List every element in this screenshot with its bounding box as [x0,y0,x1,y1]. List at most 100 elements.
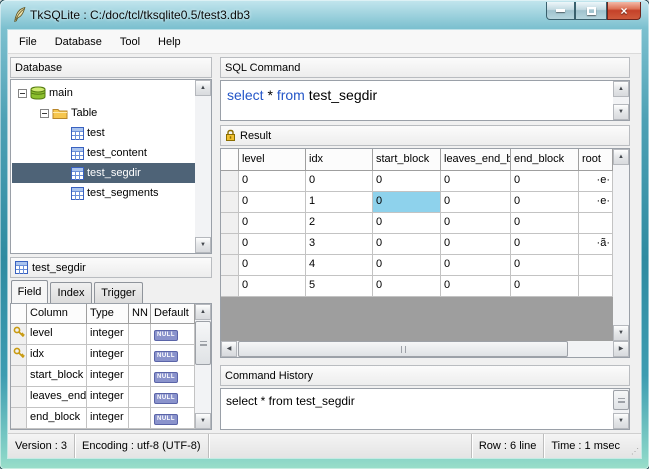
result-cell[interactable]: 0 [511,213,579,234]
scrollbar-thumb[interactable] [613,390,629,410]
field-name-cell[interactable]: leaves_end_block [27,387,87,408]
result-cell[interactable]: 0 [373,213,441,234]
scroll-down-icon[interactable]: ▼ [613,413,629,429]
result-h-scrollbar[interactable]: ◀ ▶ [221,341,629,357]
scroll-up-icon[interactable]: ▲ [613,149,629,165]
scroll-right-icon[interactable]: ▶ [613,341,629,357]
result-cell[interactable]: ·e· [579,192,613,213]
column-header-nn[interactable]: NN [129,304,151,324]
field-type-cell[interactable]: integer [87,366,129,387]
row-selector[interactable] [221,276,239,297]
scroll-left-icon[interactable]: ◀ [221,341,237,357]
result-cell[interactable]: 0 [373,171,441,192]
minimize-button[interactable] [546,2,575,20]
result-cell[interactable]: 0 [441,192,511,213]
field-default-cell[interactable]: NULL [151,366,195,387]
result-cell[interactable]: 0 [239,171,306,192]
field-name-cell[interactable]: end_block [27,408,87,429]
history-item[interactable]: select * from test_segdir [226,394,355,408]
menu-file[interactable]: File [10,33,46,51]
history-scrollbar[interactable]: ▼ [613,389,629,429]
result-cell[interactable]: 0 [511,276,579,297]
result-cell-selected[interactable]: 0 [373,192,441,213]
field-nn-cell[interactable] [129,366,151,387]
tab-index[interactable]: Index [50,282,92,303]
field-name-cell[interactable]: idx [27,345,87,366]
result-cell[interactable] [579,276,613,297]
result-cell[interactable]: 0 [441,234,511,255]
result-cell[interactable]: 0 [511,234,579,255]
result-cell[interactable]: 0 [373,255,441,276]
result-cell[interactable]: 0 [511,255,579,276]
field-nn-cell[interactable] [129,324,151,345]
result-cell[interactable] [579,213,613,234]
row-selector[interactable] [221,213,239,234]
field-default-cell[interactable]: NULL [151,387,195,408]
resize-grip-icon[interactable]: ⋰ [627,434,641,458]
field-nn-cell[interactable] [129,387,151,408]
menu-database[interactable]: Database [46,33,111,51]
field-nn-cell[interactable] [129,408,151,429]
result-v-scrollbar[interactable]: ▲ ▼ [613,149,629,341]
tab-field[interactable]: Field [11,280,48,303]
result-cell[interactable]: 0 [239,234,306,255]
result-header-level[interactable]: level [239,149,306,171]
result-cell[interactable]: ·e· [579,171,613,192]
result-header-idx[interactable]: idx [306,149,373,171]
scroll-down-icon[interactable]: ▼ [613,325,629,341]
result-cell[interactable]: 0 [239,213,306,234]
result-cell[interactable]: 0 [441,171,511,192]
result-cell[interactable] [579,255,613,276]
result-cell[interactable]: 2 [306,213,373,234]
row-selector[interactable] [221,171,239,192]
field-default-cell[interactable]: NULL [151,345,195,366]
result-cell[interactable]: 0 [239,192,306,213]
scroll-down-icon[interactable]: ▼ [195,237,211,253]
result-header-leaves-end-block[interactable]: leaves_end_block [441,149,511,171]
column-header-column[interactable]: Column [27,304,87,324]
row-selector[interactable] [221,192,239,213]
result-cell[interactable]: 0 [239,276,306,297]
tree-item-test-segdir[interactable]: test_segdir [12,163,206,183]
scroll-up-icon[interactable]: ▲ [195,80,211,96]
result-header-root[interactable]: root [579,149,613,171]
field-default-cell[interactable]: NULL [151,324,195,345]
menu-help[interactable]: Help [149,33,190,51]
maximize-button[interactable] [575,2,607,20]
scroll-down-icon[interactable]: ▼ [613,104,629,120]
tab-trigger[interactable]: Trigger [94,282,143,303]
tree-item-main[interactable]: main [12,83,206,103]
field-type-cell[interactable]: integer [87,387,129,408]
tree-item-test[interactable]: test [12,123,206,143]
tree-scrollbar[interactable]: ▲ ▼ [195,80,211,253]
result-header-end-block[interactable]: end_block [511,149,579,171]
result-cell[interactable]: 0 [239,255,306,276]
result-cell[interactable]: 0 [441,213,511,234]
result-cell[interactable]: 1 [306,192,373,213]
sql-command-input[interactable]: select * from test_segdir ▲ ▼ [220,80,630,121]
sql-scrollbar[interactable]: ▲ ▼ [613,81,629,120]
field-nn-cell[interactable] [129,345,151,366]
row-selector[interactable] [221,234,239,255]
column-header-type[interactable]: Type [87,304,129,324]
result-cell[interactable]: 4 [306,255,373,276]
field-name-cell[interactable]: start_block [27,366,87,387]
result-cell[interactable]: 0 [511,192,579,213]
scroll-down-icon[interactable]: ▼ [195,413,211,429]
column-header-default[interactable]: Default [151,304,195,324]
result-cell[interactable]: 0 [441,255,511,276]
field-type-cell[interactable]: integer [87,408,129,429]
result-cell[interactable]: 0 [441,276,511,297]
field-name-cell[interactable]: level [27,324,87,345]
tree-item-table-folder[interactable]: Table [12,103,206,123]
field-default-cell[interactable]: NULL [151,408,195,429]
tree-item-test-segments[interactable]: test_segments [12,183,206,203]
result-cell[interactable]: 0 [511,171,579,192]
field-type-cell[interactable]: integer [87,345,129,366]
result-cell[interactable]: 0 [373,276,441,297]
menu-tool[interactable]: Tool [111,33,149,51]
collapse-icon[interactable] [40,109,49,118]
scrollbar-thumb[interactable] [238,341,568,357]
scroll-up-icon[interactable]: ▲ [613,81,629,97]
tree-item-test-content[interactable]: test_content [12,143,206,163]
